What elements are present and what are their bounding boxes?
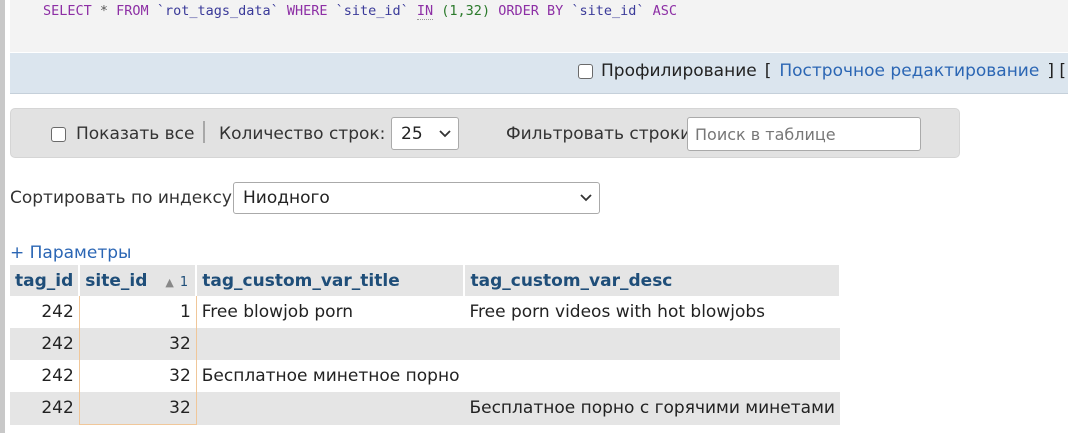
cell-tag-id[interactable]: 242	[10, 360, 80, 392]
rows-count-select[interactable]: 25	[391, 117, 459, 150]
sql-asc: ASC	[652, 3, 678, 19]
table-navigation-bar: Показать все Количество строк: 25 Фильтр…	[10, 108, 960, 158]
cell-desc[interactable]	[464, 360, 840, 392]
site-id-header-label: site_id	[85, 270, 148, 291]
sql-from: FROM	[116, 3, 149, 19]
cell-desc[interactable]	[464, 328, 840, 360]
cell-tag-id[interactable]: 242	[10, 392, 80, 425]
show-all-label: Показать все	[76, 124, 195, 144]
options-link[interactable]: + Параметры	[10, 243, 131, 263]
sql-order: ORDER BY	[498, 3, 564, 19]
column-header-tag-custom-var-title[interactable]: tag_custom_var_title	[196, 265, 466, 296]
table-row: 242 32 Бесплатное порно с горячими минет…	[10, 392, 840, 425]
sort-by-index-label: Сортировать по индексу:	[10, 188, 238, 208]
left-edge	[0, 0, 5, 433]
cell-title[interactable]	[196, 392, 465, 425]
sql-in: IN	[416, 3, 434, 20]
table-header-row: tag_id site_id ▲ 1 tag_custom_var_title ta…	[10, 265, 841, 296]
chevron-down-icon	[580, 194, 592, 202]
column-header-tag-id[interactable]: tag_id	[10, 265, 81, 296]
table-row: 242 32	[10, 328, 840, 360]
chevron-down-icon	[439, 129, 451, 137]
sort-order-number: 1	[179, 274, 189, 290]
sort-ascending-icon: ▲	[165, 275, 174, 289]
cell-desc[interactable]: Free porn videos with hot blowjobs	[464, 296, 840, 328]
table-row: 242 32 Бесплатное минетное порно	[10, 360, 840, 392]
cell-tag-id[interactable]: 242	[10, 296, 80, 328]
search-input[interactable]: Поиск в таблице	[687, 117, 921, 151]
profiling-label: Профилирование	[601, 61, 757, 81]
sort-index-select[interactable]: Ниодного	[233, 182, 600, 214]
cell-title[interactable]	[196, 328, 465, 360]
cell-title[interactable]: Free blowjob porn	[196, 296, 465, 328]
column-header-tag-custom-var-desc[interactable]: tag_custom_var_desc	[464, 265, 841, 296]
sql-query-box: SELECT * FROM `rot_tags_data` WHERE `sit…	[10, 0, 1068, 52]
sql-select: SELECT	[43, 3, 92, 19]
profiling-checkbox[interactable]	[578, 63, 593, 79]
sort-index-value: Ниодного	[243, 188, 330, 208]
profiling-bar: Профилирование [ Построчное редактирован…	[10, 53, 1068, 94]
results-table: tag_id site_id ▲ 1 tag_custom_var_title ta…	[10, 265, 841, 425]
profiling-controls: Профилирование [ Построчное редактирован…	[578, 61, 1066, 81]
sql-where: WHERE	[286, 3, 328, 19]
bracket-close: ] [	[1047, 61, 1066, 81]
cell-title[interactable]: Бесплатное минетное порно	[196, 360, 465, 392]
cell-site-id[interactable]: 32	[78, 360, 197, 392]
cell-tag-id[interactable]: 242	[10, 328, 80, 360]
table-row: 242 1 Free blowjob porn Free porn videos…	[10, 296, 840, 328]
nav-separator	[203, 121, 205, 143]
sql-table: `rot_tags_data`	[148, 3, 287, 19]
sql-query: SELECT * FROM `rot_tags_data` WHERE `sit…	[43, 3, 678, 20]
cell-desc[interactable]: Бесплатное порно с горячими минетами	[464, 392, 840, 425]
rows-count-label: Количество строк:	[219, 124, 386, 144]
cell-site-id[interactable]: 1	[78, 296, 197, 328]
cell-site-id[interactable]: 32	[78, 392, 197, 425]
bracket-open: [	[764, 61, 772, 81]
sql-field2: `site_id`	[563, 3, 653, 19]
sql-values: (1,32)	[433, 3, 499, 19]
inline-edit-link[interactable]: Построчное редактирование	[779, 61, 1039, 81]
column-header-site-id[interactable]: site_id ▲ 1	[79, 265, 198, 296]
cell-site-id[interactable]: 32	[78, 328, 197, 360]
show-all-control[interactable]: Показать все	[51, 109, 194, 159]
show-all-checkbox[interactable]	[51, 126, 66, 142]
filter-rows-label: Фильтровать строки:	[506, 124, 697, 144]
rows-count-value: 25	[401, 123, 423, 144]
sql-star: *	[91, 3, 117, 19]
sql-field: `site_id`	[327, 3, 417, 19]
